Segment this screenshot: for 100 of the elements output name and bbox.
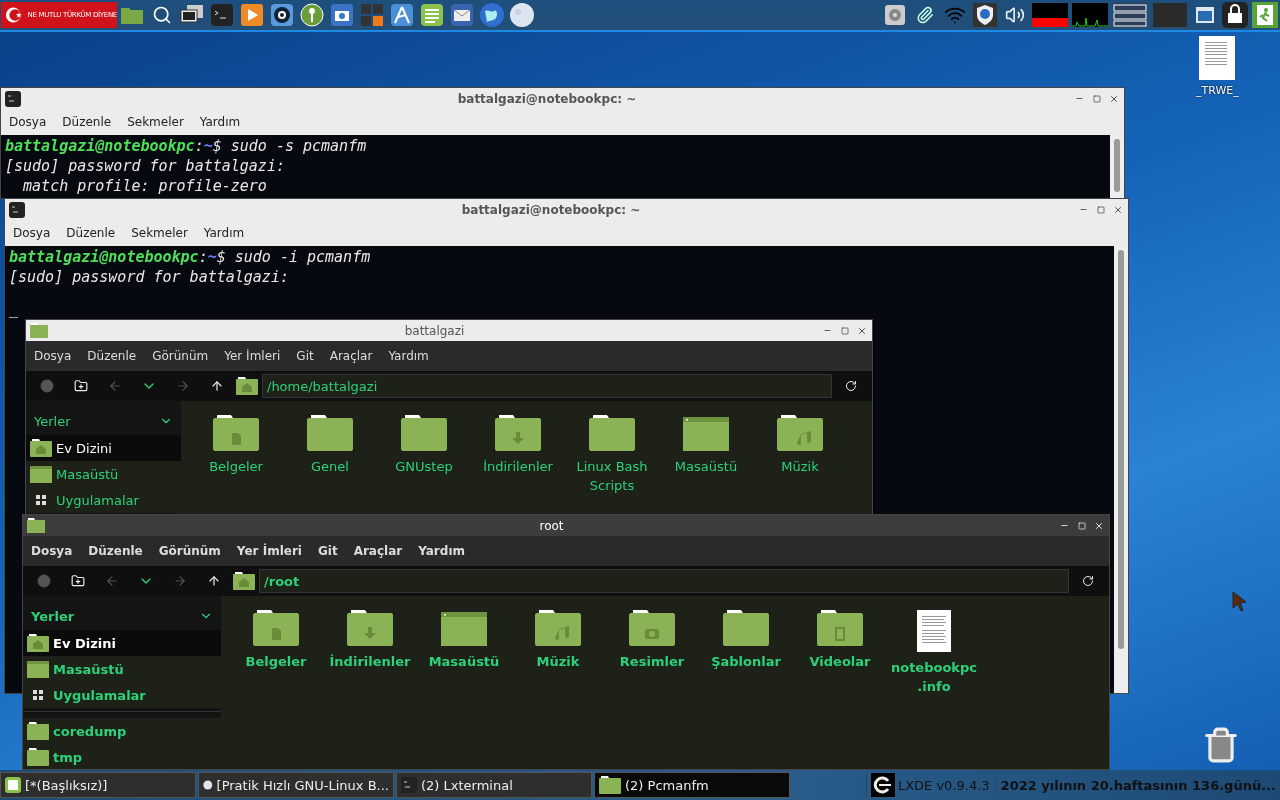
menu-item[interactable]: Düzenle <box>62 115 112 129</box>
menu-item[interactable]: Dosya <box>9 115 47 129</box>
folder-icon[interactable] <box>120 5 144 25</box>
file-label[interactable]: GNUstep <box>395 457 453 476</box>
reload-icon[interactable] <box>845 380 857 392</box>
shield-icon[interactable] <box>973 3 997 27</box>
file-label[interactable]: Resimler <box>619 652 685 671</box>
menu-item[interactable]: Yardım <box>418 544 465 558</box>
menu-item[interactable]: Düzenle <box>87 349 137 363</box>
forward-icon[interactable] <box>173 574 187 588</box>
forward-icon[interactable] <box>176 379 190 393</box>
file-label[interactable]: Şablonlar <box>711 652 781 671</box>
menu-item[interactable]: Araçlar <box>329 349 373 363</box>
key-icon[interactable] <box>300 3 324 27</box>
taskbar-button[interactable]: (2) Pcmanfm <box>594 772 790 798</box>
path-field[interactable]: /home/battalgazi <box>262 374 832 398</box>
sidebar-item[interactable]: Uygulamalar <box>26 487 181 513</box>
info-icon[interactable] <box>37 574 51 588</box>
menu-item[interactable]: Düzenle <box>88 544 143 558</box>
maximize-icon[interactable] <box>840 326 849 335</box>
file-label[interactable]: Belgeler <box>245 652 307 671</box>
desktop-icon-label[interactable]: _TRWE_ <box>1196 84 1239 97</box>
menu-item[interactable]: Araçlar <box>353 544 403 558</box>
file-label[interactable]: İndirilenler <box>483 457 553 476</box>
trash-icon[interactable] <box>1202 726 1240 764</box>
clip-icon[interactable] <box>916 6 934 24</box>
places-heading: Yerler <box>34 413 71 429</box>
new-tab-icon[interactable] <box>71 574 85 588</box>
sidebar-item[interactable]: Masaüstü <box>26 461 181 487</box>
mail-icon[interactable] <box>450 3 474 27</box>
bookmark-item[interactable]: coredump <box>23 718 221 744</box>
up-icon[interactable] <box>210 379 224 393</box>
close-icon[interactable] <box>1112 204 1123 215</box>
close-icon[interactable] <box>1093 520 1104 531</box>
maximize-icon[interactable] <box>1092 94 1101 103</box>
sidebar-item[interactable]: Uygulamalar <box>23 682 221 708</box>
terminal-icon[interactable] <box>210 3 234 27</box>
monitor-icon[interactable] <box>180 4 204 26</box>
menu-item[interactable]: Yardım <box>203 226 245 240</box>
path-field[interactable]: /root <box>259 569 1069 593</box>
menu-item[interactable]: Düzenle <box>66 226 116 240</box>
up-icon[interactable] <box>207 574 221 588</box>
menu-item[interactable]: Sekmeler <box>131 226 188 240</box>
notes-icon[interactable] <box>420 3 444 27</box>
sidebar-item[interactable]: Ev Dizini <box>23 630 221 656</box>
network-icon[interactable] <box>1072 3 1108 27</box>
info-icon[interactable] <box>40 379 54 393</box>
back-icon[interactable] <box>108 379 122 393</box>
moon-icon[interactable] <box>509 2 535 28</box>
menu-item[interactable]: Yardım <box>388 349 429 363</box>
close-icon[interactable] <box>856 325 867 336</box>
menu-item[interactable]: Git <box>296 349 314 363</box>
menu-item[interactable]: Git <box>317 544 338 558</box>
file-label[interactable]: Genel <box>311 457 349 476</box>
sidebar-item[interactable]: Ev Dizini <box>26 435 181 461</box>
film-folder-icon <box>817 610 863 646</box>
menu-item[interactable]: Dosya <box>13 226 51 240</box>
file-label[interactable]: Masaüstü <box>674 457 738 476</box>
document-icon[interactable] <box>1199 36 1236 80</box>
file-label[interactable]: İndirilenler <box>329 652 411 671</box>
new-tab-icon[interactable] <box>74 379 88 393</box>
maximize-icon[interactable] <box>1096 205 1105 214</box>
menu-item[interactable]: Sekmeler <box>127 115 184 129</box>
camera-icon[interactable] <box>330 3 354 27</box>
menu-item[interactable]: Görünüm <box>158 544 221 558</box>
close-icon[interactable] <box>1108 93 1119 104</box>
file-label[interactable]: Müzik <box>781 457 819 476</box>
sidebar-item[interactable]: Masaüstü <box>23 656 221 682</box>
menu-item[interactable]: Görünüm <box>152 349 209 363</box>
bookmark-item[interactable]: tmp <box>23 744 221 769</box>
file-label[interactable]: Masaüstü <box>428 652 500 671</box>
menu-item[interactable]: Dosya <box>34 349 72 363</box>
taskbar-button[interactable]: (2) Lxterminal <box>396 772 592 798</box>
taskbar-button[interactable]: [Pratik Hızlı GNU-Linux B... <box>198 772 394 798</box>
menu-item[interactable]: Yardım <box>199 115 241 129</box>
menu-item[interactable]: Dosya <box>31 544 73 558</box>
calculator-icon[interactable] <box>360 3 384 27</box>
reload-icon[interactable] <box>1082 575 1094 587</box>
file-label[interactable]: Linux Bash Scripts <box>565 457 659 495</box>
lock-icon[interactable] <box>1222 2 1248 28</box>
window-icon[interactable] <box>1195 5 1215 25</box>
volume-icon[interactable] <box>1005 5 1025 25</box>
menu-item[interactable]: Yer İmleri <box>236 544 302 558</box>
windows-icon[interactable] <box>1113 3 1147 27</box>
lxde-logo-icon[interactable] <box>870 773 895 797</box>
file-label[interactable]: notebookpc .info <box>890 658 977 696</box>
scrollbar[interactable] <box>1110 135 1124 198</box>
search-icon[interactable] <box>152 5 172 25</box>
taskbar-button[interactable]: [*(Başlıksız)] <box>0 772 196 798</box>
globe-icon[interactable] <box>479 2 505 28</box>
cpu-icon[interactable] <box>1032 3 1068 27</box>
scrollbar[interactable] <box>1114 246 1128 693</box>
home-folder-icon <box>30 439 52 457</box>
play-icon[interactable] <box>240 3 264 27</box>
desktop-folder-icon <box>441 610 487 646</box>
file-label[interactable]: Belgeler <box>209 457 263 476</box>
back-icon[interactable] <box>105 574 119 588</box>
file-label[interactable]: Videolar <box>809 652 871 671</box>
file-label[interactable]: Müzik <box>536 652 580 671</box>
menu-item[interactable]: Yer İmleri <box>224 349 281 363</box>
